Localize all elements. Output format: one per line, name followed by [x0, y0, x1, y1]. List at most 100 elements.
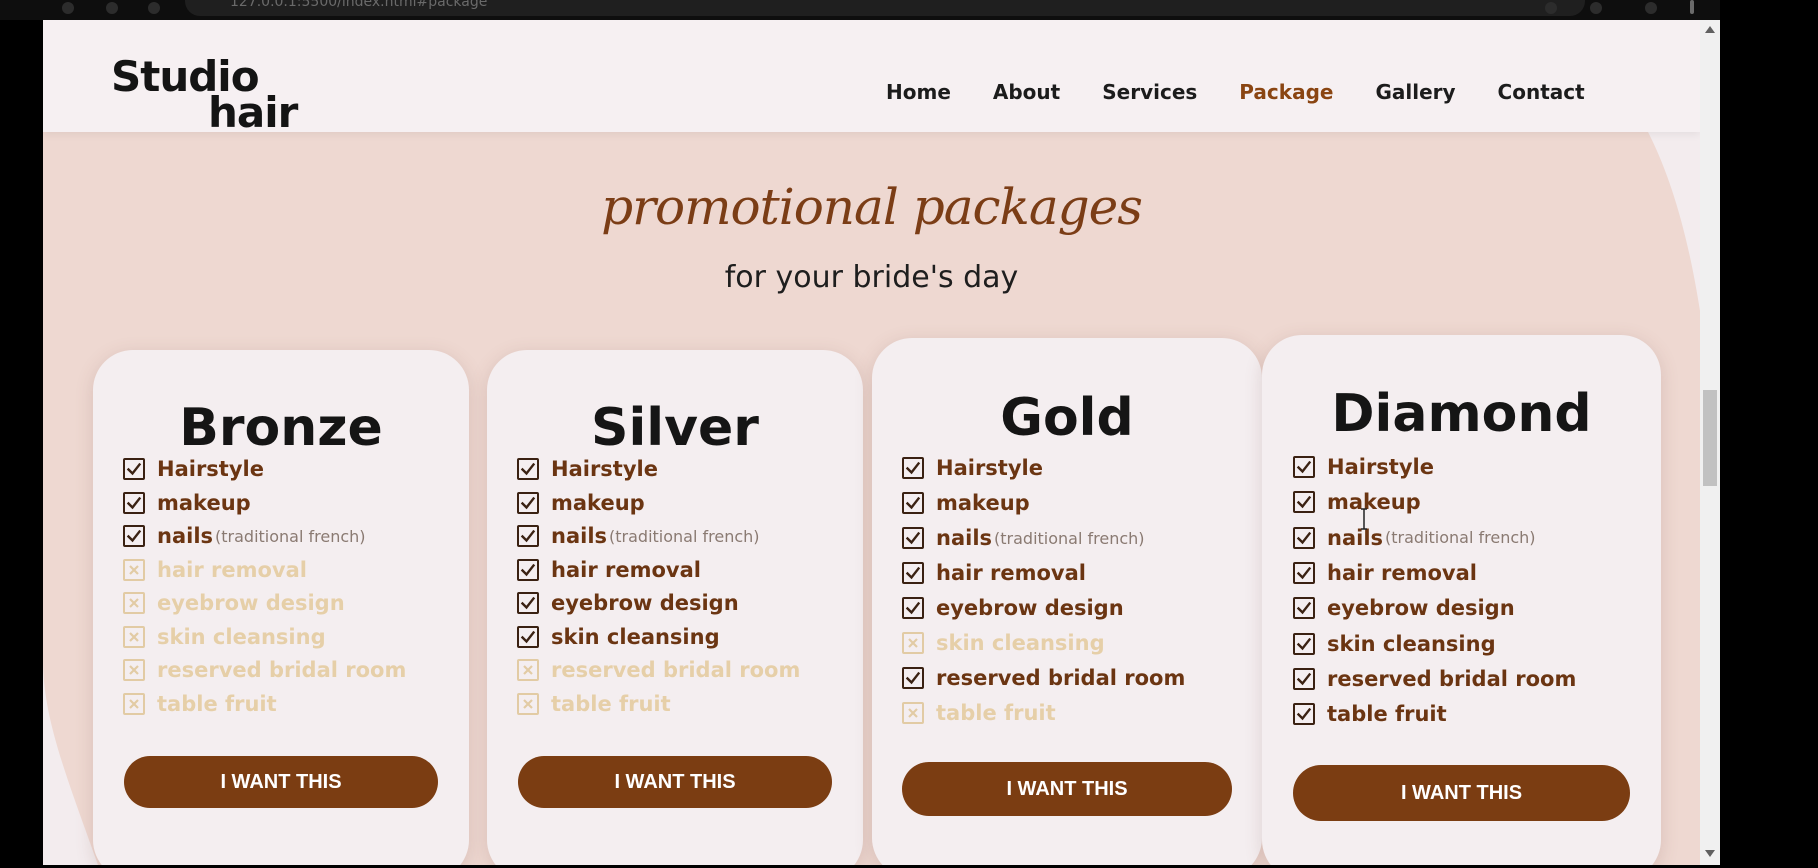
- feature-label: table fruit: [1327, 702, 1447, 727]
- feature-label: eyebrow design: [157, 591, 345, 615]
- feature-item: eyebrow design: [517, 591, 739, 615]
- scroll-down-arrow-icon[interactable]: [1705, 850, 1715, 857]
- nav-package[interactable]: Package: [1239, 80, 1333, 104]
- feature-item: Hairstyle: [902, 456, 1043, 480]
- feature-item: table fruit: [123, 692, 277, 716]
- checkbox-crossed-icon: [123, 659, 145, 681]
- nav-about[interactable]: About: [993, 80, 1060, 104]
- feature-item: makeup: [902, 491, 1030, 515]
- feature-label: makeup: [1327, 490, 1421, 515]
- feature-label: skin cleansing: [551, 624, 720, 649]
- package-title: Bronze: [179, 398, 383, 458]
- checkbox-checked-icon: [1293, 561, 1315, 584]
- feature-label: skin cleansing: [936, 631, 1105, 655]
- checkbox-crossed-icon: [123, 625, 145, 648]
- forward-icon[interactable]: [106, 2, 118, 14]
- checkbox-checked-icon: [1293, 491, 1315, 514]
- feature-item: table fruit: [517, 692, 671, 716]
- package-title: Gold: [1000, 388, 1134, 448]
- checkbox-crossed-icon: [123, 592, 145, 614]
- checkbox-crossed-icon: [123, 692, 145, 715]
- checkbox-checked-icon: [902, 562, 924, 584]
- feature-label: Hairstyle: [157, 457, 264, 481]
- feature-label: eyebrow design: [1327, 596, 1515, 621]
- package-title: Diamond: [1331, 384, 1592, 444]
- checkbox-checked-icon: [517, 458, 539, 480]
- section-subtitle: for your bride's day: [724, 260, 1019, 295]
- feature-item: nails (traditional french): [1293, 526, 1536, 550]
- package-card-gold: Gold Hairstyle makeup nails (traditional fre…: [872, 338, 1262, 865]
- back-icon[interactable]: [62, 2, 74, 14]
- feature-item: reserved bridal room: [1293, 667, 1576, 691]
- logo-line-2: hair: [208, 88, 298, 137]
- feature-note: (traditional french): [1385, 528, 1536, 548]
- section-title: promotional packages: [601, 178, 1143, 236]
- feature-item: hair removal: [517, 558, 701, 582]
- studio-hair-logo[interactable]: Studio hair: [111, 56, 301, 146]
- address-bar-url: 127.0.0.1:5500/index.html#package: [230, 0, 488, 10]
- nav-contact[interactable]: Contact: [1498, 80, 1585, 104]
- feature-label: reserved bridal room: [936, 666, 1186, 690]
- checkbox-checked-icon: [1293, 597, 1315, 620]
- feature-item: makeup: [1293, 490, 1421, 514]
- feature-item: skin cleansing: [123, 625, 326, 649]
- feature-item: nails (traditional french): [123, 524, 366, 548]
- package-title: Silver: [591, 398, 759, 458]
- feature-note: (traditional french): [215, 526, 366, 546]
- i-want-this-button[interactable]: I WANT THIS: [518, 756, 832, 808]
- webpage: Studio hair Home About Services Package …: [43, 20, 1700, 865]
- checkbox-checked-icon: [902, 492, 924, 514]
- feature-item: eyebrow design: [123, 591, 345, 615]
- feature-item: makeup: [517, 491, 645, 515]
- scroll-up-arrow-icon[interactable]: [1705, 26, 1715, 33]
- feature-label: Hairstyle: [551, 457, 658, 481]
- checkbox-crossed-icon: [123, 558, 145, 581]
- checkbox-checked-icon: [517, 558, 539, 581]
- feature-label: nails: [157, 524, 214, 548]
- feature-item: table fruit: [902, 701, 1056, 725]
- bookmark-star-icon[interactable]: [1590, 2, 1602, 14]
- feature-label: eyebrow design: [936, 596, 1124, 620]
- feature-item: Hairstyle: [1293, 455, 1434, 479]
- i-want-this-button[interactable]: I WANT THIS: [902, 762, 1232, 816]
- nav-services[interactable]: Services: [1102, 80, 1197, 104]
- checkbox-checked-icon: [902, 597, 924, 619]
- feature-label: hair removal: [1327, 560, 1477, 585]
- feature-item: skin cleansing: [1293, 632, 1496, 656]
- browser-menu-icon[interactable]: [1690, 0, 1694, 14]
- site-header: Studio hair Home About Services Package …: [43, 20, 1700, 134]
- feature-label: makeup: [936, 491, 1030, 515]
- reload-icon[interactable]: [148, 2, 160, 14]
- checkbox-checked-icon: [517, 625, 539, 648]
- profile-icon[interactable]: [1645, 2, 1657, 14]
- i-want-this-button[interactable]: I WANT THIS: [124, 756, 438, 808]
- scrollbar-thumb[interactable]: [1703, 390, 1717, 486]
- text-cursor-icon: [1361, 508, 1367, 530]
- nav-gallery[interactable]: Gallery: [1375, 80, 1455, 104]
- feature-label: nails: [1327, 525, 1384, 550]
- feature-item: hair removal: [123, 558, 307, 582]
- feature-label: hair removal: [936, 561, 1086, 585]
- checkbox-checked-icon: [1293, 703, 1315, 726]
- feature-label: hair removal: [551, 557, 701, 582]
- feature-label: nails: [936, 526, 993, 550]
- checkbox-checked-icon: [1293, 667, 1315, 690]
- vertical-scrollbar[interactable]: [1700, 20, 1720, 865]
- feature-item: Hairstyle: [517, 457, 658, 481]
- feature-label: Hairstyle: [1327, 455, 1434, 479]
- i-want-this-button[interactable]: I WANT THIS: [1293, 765, 1630, 821]
- nav-home[interactable]: Home: [886, 80, 951, 104]
- feature-label: skin cleansing: [157, 624, 326, 649]
- feature-item: hair removal: [1293, 561, 1477, 585]
- feature-label: reserved bridal room: [1327, 666, 1577, 691]
- checkbox-checked-icon: [1293, 526, 1315, 549]
- feature-label: makeup: [157, 490, 251, 515]
- feature-item: reserved bridal room: [517, 658, 800, 682]
- checkbox-checked-icon: [902, 457, 924, 479]
- feature-label: hair removal: [157, 557, 307, 582]
- package-card-diamond: Diamond Hairstyle makeup nails (traditional …: [1262, 335, 1661, 865]
- install-icon[interactable]: [1545, 2, 1557, 14]
- feature-item: table fruit: [1293, 702, 1447, 726]
- feature-item: nails (traditional french): [902, 526, 1145, 550]
- feature-label: nails: [551, 524, 608, 548]
